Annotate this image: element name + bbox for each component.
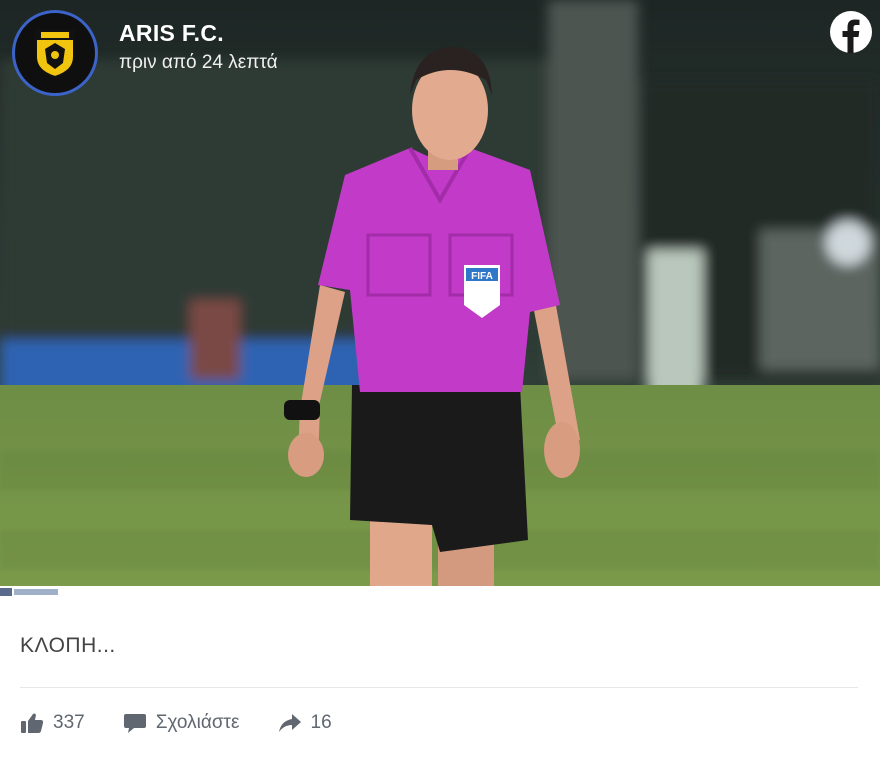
comment-icon [123, 714, 146, 733]
post-timestamp[interactable]: πριν από 24 λεπτά [119, 52, 278, 74]
aris-crest-icon [35, 29, 75, 79]
like-count: 337 [53, 712, 85, 733]
credit-logo-icon [0, 588, 58, 596]
facebook-post-card: FIFA ARIS F.C. πριν από 24 λεπτά ΚΛΟΠΗ..… [0, 0, 880, 764]
comment-label: Σχολιάστε [155, 712, 240, 733]
share-arrow-icon [278, 714, 301, 732]
post-actions: 337 Σχολιάστε 16 [20, 708, 332, 738]
thumbs-up-icon [21, 713, 44, 733]
fifa-badge-text: FIFA [471, 271, 493, 282]
page-name[interactable]: ARIS F.C. [119, 20, 224, 47]
photo-credit-mark [0, 586, 60, 598]
share-button[interactable]: 16 [278, 712, 332, 734]
like-button[interactable]: 337 [20, 712, 85, 734]
comment-button[interactable]: Σχολιάστε [123, 712, 240, 734]
post-text: ΚΛΟΠΗ... [20, 634, 116, 657]
post-divider [20, 687, 858, 688]
facebook-icon[interactable] [829, 10, 873, 54]
post-header: ARIS F.C. πριν από 24 λεπτά [0, 0, 880, 110]
page-avatar[interactable] [12, 10, 98, 96]
share-count: 16 [310, 712, 332, 733]
